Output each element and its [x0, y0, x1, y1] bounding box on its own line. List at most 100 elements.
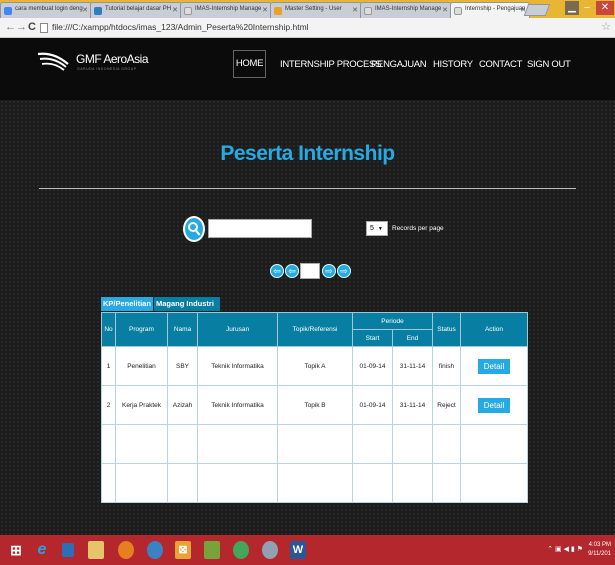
file-explorer-icon[interactable] [88, 541, 104, 559]
nav-contact[interactable]: CONTACT [479, 59, 522, 70]
nav-pengajuan[interactable]: PENGAJUAN [371, 59, 427, 70]
browser-tab[interactable]: Master Setting - User ✕ [270, 2, 362, 18]
main-content: Peserta Internship 5 ▼ Records per page … [0, 100, 615, 535]
search-input[interactable] [208, 219, 312, 238]
tab-label: IMAS-Internship Manage [195, 6, 262, 12]
cell-action: Detail [460, 346, 528, 386]
chrome-icon[interactable] [147, 541, 163, 559]
google-icon [4, 7, 12, 15]
tab-label: Tutorial belajar dasar PH [105, 6, 172, 12]
cell-jurusan: Teknik Informatika [197, 346, 278, 386]
site-header: GMF AeroAsia GARUDA INDONESIA GROUP HOME… [0, 38, 615, 100]
bookmark-star-icon[interactable]: ☆ [601, 20, 611, 33]
clock[interactable]: 4:03 PM 9/11/201 [588, 541, 611, 559]
nav-sign-out[interactable]: SIGN OUT [527, 59, 571, 70]
windows-start-icon[interactable]: ⊞ [8, 541, 24, 559]
app-icon[interactable] [204, 541, 220, 559]
browser-tab[interactable]: Tutorial belajar dasar PH ✕ [90, 2, 182, 18]
close-tab-icon[interactable]: ✕ [262, 6, 268, 14]
cell-no: 2 [101, 385, 116, 425]
tab-magang-industri[interactable]: Magang Industri [154, 297, 220, 311]
chevron-down-icon: ▼ [377, 226, 383, 232]
close-window-button[interactable]: ✕ [596, 1, 614, 15]
app-icon[interactable] [233, 541, 249, 559]
page-number-input[interactable] [300, 263, 320, 279]
col-nama: Nama [167, 312, 198, 347]
nav-history[interactable]: HISTORY [433, 59, 473, 70]
records-per-page-label: Records per page [392, 225, 444, 232]
table-row-empty [101, 424, 528, 464]
first-page-icon[interactable]: ⇦ [270, 264, 284, 278]
cell-start: 01-09-14 [352, 385, 393, 425]
cell-end: 31-11-14 [392, 385, 433, 425]
table-header-row: No Program Nama Jurusan Topik/Referensi … [101, 312, 528, 347]
col-end: End [392, 329, 433, 347]
col-action: Action [460, 312, 528, 347]
table-row-empty [101, 463, 528, 503]
detail-button[interactable]: Detail [477, 397, 511, 413]
app-icon[interactable] [62, 543, 74, 557]
tab-label: IMAS-Internship Manage [375, 6, 442, 12]
browser-tab[interactable]: IMAS-Internship Manage ✕ [180, 2, 272, 18]
browser-tab[interactable]: cara membuat login deng ✕ [0, 2, 92, 18]
cell-no: 1 [101, 346, 116, 386]
tab-label: Master Setting - User [285, 6, 342, 12]
page-icon [184, 7, 192, 15]
cell-program: Penelitian [115, 346, 168, 386]
app-icon[interactable] [262, 541, 278, 559]
maximize-button[interactable]: – [580, 1, 594, 15]
table-row: 1 Penelitian SBY Teknik Informatika Topi… [101, 346, 528, 386]
cell-status: Reject [432, 385, 461, 425]
cell-start: 01-09-14 [352, 346, 393, 386]
forward-icon[interactable]: → [16, 21, 27, 33]
nav-internship-process[interactable]: INTERNSHIP PROCESS [280, 59, 381, 70]
divider [39, 188, 576, 189]
nav-home[interactable]: HOME [233, 50, 266, 78]
search-icon[interactable] [183, 216, 205, 242]
xampp-icon[interactable]: ⊠ [175, 541, 191, 559]
close-tab-icon[interactable]: ✕ [172, 6, 178, 14]
cell-topik: Topik B [277, 385, 353, 425]
close-tab-icon[interactable]: ✕ [82, 6, 88, 14]
col-status: Status [432, 312, 461, 347]
cell-nama: Azizah [167, 385, 198, 425]
col-no: No [101, 312, 116, 347]
detail-button[interactable]: Detail [477, 358, 511, 374]
logo-subtitle: GARUDA INDONESIA GROUP [77, 67, 137, 71]
firefox-icon[interactable] [118, 541, 134, 559]
col-periode: Periode [352, 312, 433, 330]
reload-icon[interactable]: C [28, 21, 36, 33]
address-bar: ← → C file:///C:/xampp/htdocs/imas_123/A… [0, 18, 615, 38]
last-page-icon[interactable]: ⇨ [337, 264, 351, 278]
file-icon [40, 23, 48, 33]
gmf-logo-icon [37, 52, 69, 71]
cell-jurusan: Teknik Informatika [197, 385, 278, 425]
new-tab-button[interactable] [523, 4, 551, 16]
system-tray-icons[interactable]: ⌃ ▣ ◀ ▮ ⚑ [547, 545, 583, 553]
next-page-icon[interactable]: ⇨ [322, 264, 336, 278]
site-icon [94, 7, 102, 15]
browser-tab[interactable]: IMAS-Internship Manage ✕ [360, 2, 452, 18]
back-icon[interactable]: ← [5, 21, 16, 33]
minimize-button[interactable]: ▁ [565, 1, 579, 15]
page-icon [364, 7, 372, 15]
close-tab-icon[interactable]: ✕ [352, 6, 358, 14]
col-program: Program [115, 312, 168, 347]
records-per-page-select[interactable]: 5 ▼ [366, 221, 388, 236]
internet-explorer-icon[interactable]: e [34, 541, 50, 559]
cell-program: Kerja Praktek [115, 385, 168, 425]
browser-tab-active[interactable]: Internship - Pengajuan ✕ [450, 2, 530, 18]
word-icon[interactable]: W [290, 541, 306, 559]
prev-page-icon[interactable]: ⇦ [285, 264, 299, 278]
url-field[interactable]: file:///C:/xampp/htdocs/imas_123/Admin_P… [52, 22, 309, 32]
site-icon [274, 7, 282, 15]
close-tab-icon[interactable]: ✕ [442, 6, 448, 14]
tab-label: Internship - Pengajuan [465, 6, 526, 12]
taskbar: ⊞ e ⊠ W ⌃ ▣ ◀ ▮ ⚑ 4:03 PM 9/11/201 [0, 535, 615, 565]
table-row: 2 Kerja Praktek Azizah Teknik Informatik… [101, 385, 528, 425]
peserta-table: No Program Nama Jurusan Topik/Referensi … [101, 312, 528, 503]
cell-status: finish [432, 346, 461, 386]
clock-date: 9/11/201 [588, 551, 611, 557]
tab-kp-penelitian[interactable]: KP/Penelitian [101, 297, 153, 311]
col-start: Start [352, 329, 393, 347]
